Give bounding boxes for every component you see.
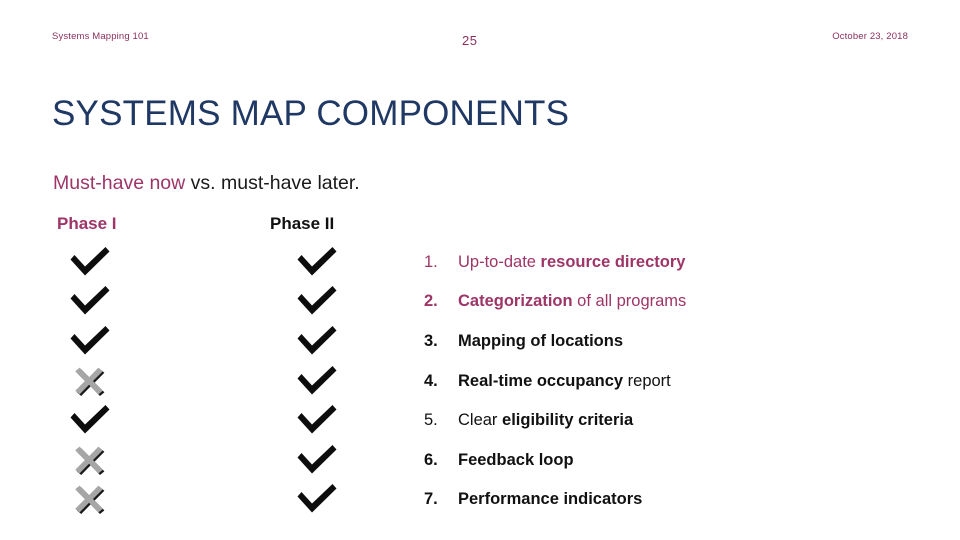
list-item-plain-suffix: report [623, 371, 671, 390]
list-item-label: Performance indicators [458, 489, 894, 509]
cross-icon [68, 440, 138, 480]
list-item-label: Up-to-date resource directory [458, 252, 894, 272]
slide-subtitle: Must-have now vs. must-have later. [53, 171, 360, 195]
list-item-number: 3. [424, 331, 438, 350]
check-icon [295, 480, 365, 520]
list-item-number: 5. [424, 411, 438, 430]
list-item-number: 1. [424, 252, 438, 271]
cross-icon [68, 480, 138, 520]
subtitle-accent-text: Must-have now [53, 172, 186, 194]
slide-canvas: Systems Mapping 101 25 October 23, 2018 … [0, 0, 960, 540]
list-item-emphasis: resource directory [540, 252, 686, 271]
requirements-list: 1. Up-to-date resource directory 2. Categor… [424, 242, 894, 519]
cross-icon [68, 361, 138, 401]
phase-two-marks-column [295, 242, 365, 519]
list-item: 5. Clear eligibility criteria [424, 400, 894, 440]
list-item: 6. Feedback loop [424, 440, 894, 480]
subtitle-rest-text: vs. must-have later. [185, 172, 360, 194]
list-item-plain-prefix: Clear [458, 411, 503, 430]
slide-header-date: October 23, 2018 [832, 31, 908, 42]
list-item: 4. Real-time occupancy report [424, 361, 894, 401]
check-icon [295, 321, 365, 361]
check-icon [295, 242, 365, 282]
list-item-emphasis: Real-time occupancy [458, 371, 624, 390]
check-icon [68, 321, 138, 361]
list-item-label: Categorization of all programs [458, 291, 894, 311]
list-item-label: Clear eligibility criteria [458, 410, 894, 430]
check-icon [295, 361, 365, 401]
check-icon [295, 440, 365, 480]
phase-one-marks-column [68, 242, 138, 519]
list-item-number: 2. [424, 292, 438, 311]
list-item: 1. Up-to-date resource directory [424, 242, 894, 282]
list-item-number: 7. [424, 490, 438, 509]
check-icon [295, 400, 365, 440]
list-item: 2. Categorization of all programs [424, 282, 894, 322]
check-icon [68, 242, 138, 282]
check-icon [68, 400, 138, 440]
list-item-label: Feedback loop [458, 450, 894, 470]
slide-number: 25 [462, 33, 478, 48]
list-item-label: Real-time occupancy report [458, 371, 894, 391]
check-icon [295, 282, 365, 322]
list-item-emphasis: eligibility criteria [502, 411, 634, 430]
phase-two-heading: Phase II [270, 214, 335, 233]
list-item-plain-prefix: Up-to-date [458, 252, 541, 271]
check-icon [68, 282, 138, 322]
list-item-plain-suffix: of all programs [572, 292, 687, 311]
slide-header-course-label: Systems Mapping 101 [52, 31, 149, 42]
phase-one-heading: Phase I [57, 214, 117, 233]
list-item-number: 4. [424, 371, 438, 390]
list-item-number: 6. [424, 450, 438, 469]
page-title: SYSTEMS MAP COMPONENTS [52, 94, 570, 133]
list-item-emphasis: Categorization [458, 292, 573, 311]
list-item: 7. Performance indicators [424, 480, 894, 520]
list-item-emphasis: Performance indicators [458, 490, 643, 509]
list-item-emphasis: Feedback loop [458, 450, 574, 469]
list-item: 3. Mapping of locations [424, 321, 894, 361]
list-item-emphasis: Mapping of locations [458, 331, 623, 350]
list-item-label: Mapping of locations [458, 331, 894, 351]
